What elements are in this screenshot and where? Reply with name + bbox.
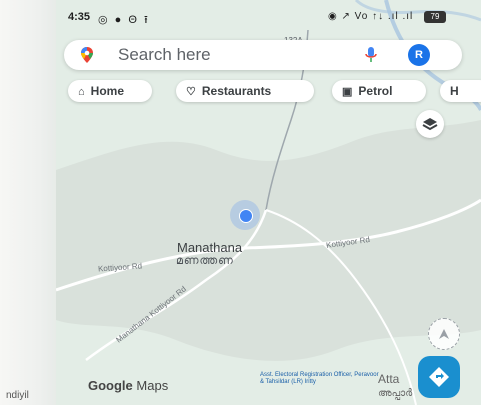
- gas-station-icon: ▣: [342, 86, 353, 98]
- chip-petrol[interactable]: ▣ Petrol: [332, 80, 426, 102]
- chip-restaurants-label: Restaurants: [201, 84, 272, 98]
- poi-label[interactable]: Asst. Electoral Registration Officer, Pe…: [260, 372, 380, 386]
- chip-home-label: Home: [90, 84, 124, 98]
- restaurant-icon: ♡: [186, 86, 196, 98]
- navigation-icon: [429, 367, 449, 387]
- place-name-label: Manathana: [177, 240, 243, 255]
- current-location-marker: [230, 200, 260, 230]
- phone-screen: 4:35 ◎ ● Θ ⭱ ◉ ↗ Vo ↑↓ .ıl .ıl 79 132A S…: [0, 0, 481, 405]
- chip-restaurants[interactable]: ♡ Restaurants: [176, 80, 314, 102]
- maps-logo-text: Maps: [136, 378, 169, 393]
- search-input[interactable]: Search here: [118, 45, 211, 65]
- compass-button[interactable]: [428, 318, 460, 350]
- status-bar: 4:35 ◎ ● Θ ⭱ ◉ ↗ Vo ↑↓ .ıl .ıl 79: [56, 8, 481, 30]
- layers-button[interactable]: [416, 110, 444, 138]
- home-icon: ⌂: [78, 86, 85, 98]
- place-name-native-label: മണത്തണ: [176, 255, 234, 267]
- status-time: 4:35: [68, 11, 91, 23]
- directions-button[interactable]: [418, 356, 460, 398]
- place-label-bottom-right-native: അപ്പാർ: [378, 388, 413, 399]
- chip-petrol-label: Petrol: [358, 84, 393, 98]
- place-label-bottom-right: Atta: [378, 372, 400, 386]
- photo-background: [0, 0, 56, 405]
- mic-icon[interactable]: [364, 46, 378, 64]
- search-bar[interactable]: Search here R: [64, 40, 462, 70]
- maps-pin-icon: [81, 47, 93, 63]
- chip-more[interactable]: H: [440, 80, 481, 102]
- map-canvas[interactable]: 4:35 ◎ ● Θ ⭱ ◉ ↗ Vo ↑↓ .ıl .ıl 79 132A S…: [56, 0, 481, 405]
- town-area: [56, 120, 481, 361]
- place-label-bottom-left: ndiyil: [6, 390, 29, 401]
- chip-more-label: H: [450, 84, 459, 98]
- google-maps-logo: Google Maps: [88, 378, 168, 393]
- signal-icons: ◉ ↗ Vo ↑↓ .ıl .ıl: [328, 11, 414, 22]
- google-logo-text: Google: [88, 378, 133, 393]
- notification-icons: ◎ ● Θ ⭱: [98, 14, 150, 26]
- chip-home[interactable]: ⌂ Home: [68, 80, 152, 102]
- account-avatar[interactable]: R: [408, 44, 430, 66]
- battery-icon: 79: [424, 11, 446, 23]
- layers-icon: [422, 118, 438, 131]
- compass-icon: [439, 329, 449, 339]
